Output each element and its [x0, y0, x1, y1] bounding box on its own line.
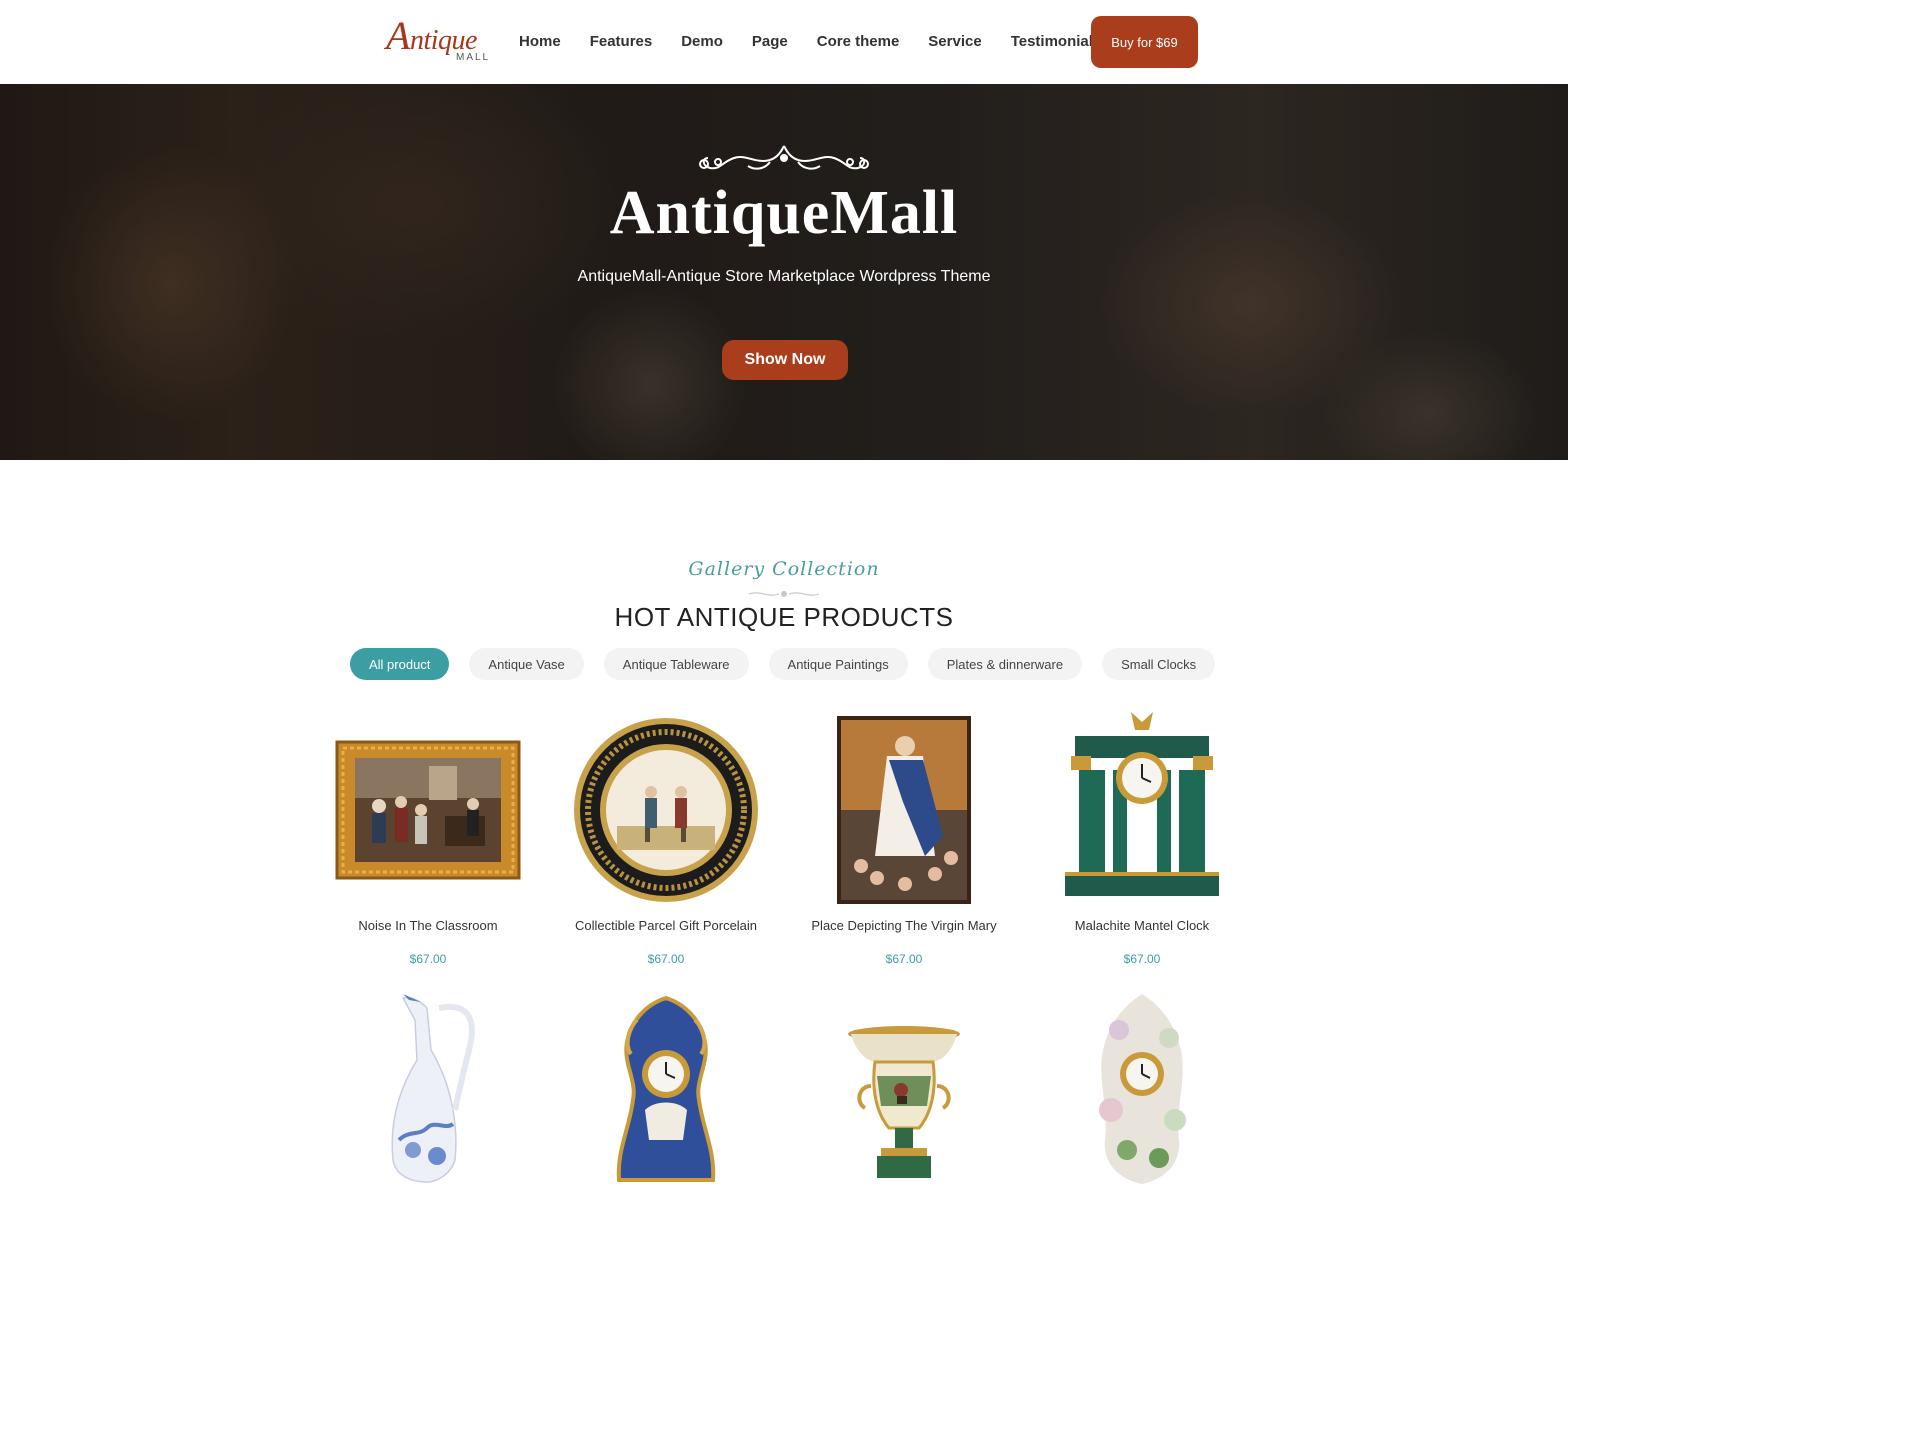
product-price: $67.00 [885, 952, 923, 966]
product-card[interactable]: Place Depicting The Virgin Mary $67.00 [785, 706, 1023, 966]
product-price: $67.00 [409, 952, 447, 966]
product-card[interactable]: Collectible Parcel Gift Porcelain $67.00 [547, 706, 785, 966]
glass-pitcher-icon [391, 994, 475, 1183]
product-name[interactable]: Malachite Mantel Clock [1023, 918, 1261, 933]
rococo-clock-icon [616, 995, 716, 1182]
product-image[interactable] [547, 990, 785, 1190]
product-name[interactable]: Place Depicting The Virgin Mary [785, 918, 1023, 933]
porcelain-plate-icon [574, 718, 758, 902]
product-image[interactable] [1023, 706, 1261, 906]
framed-painting-icon [335, 740, 521, 880]
product-name[interactable]: Noise In The Classroom [309, 918, 547, 933]
urn-vase-icon [848, 1026, 960, 1178]
religious-painting-icon [837, 716, 971, 904]
product-price: $67.00 [1123, 952, 1161, 966]
porcelain-floral-clock-icon [1099, 994, 1186, 1184]
product-card[interactable] [1023, 990, 1261, 1190]
product-image[interactable] [785, 706, 1023, 906]
product-image[interactable] [1023, 990, 1261, 1190]
malachite-clock-icon [1065, 712, 1219, 896]
product-card[interactable] [309, 990, 547, 1190]
product-image[interactable] [309, 990, 547, 1190]
product-image[interactable] [785, 990, 1023, 1190]
product-card[interactable] [547, 990, 785, 1190]
product-image[interactable] [309, 706, 547, 906]
product-price: $67.00 [647, 952, 685, 966]
product-name[interactable]: Collectible Parcel Gift Porcelain [547, 918, 785, 933]
product-card[interactable]: Malachite Mantel Clock $67.00 [1023, 706, 1261, 966]
product-card[interactable]: Noise In The Classroom $67.00 [309, 706, 547, 966]
product-image[interactable] [547, 706, 785, 906]
product-card[interactable] [785, 990, 1023, 1190]
product-grid: Noise In The Classroom $67.00 Collectibl… [0, 0, 1568, 1184]
